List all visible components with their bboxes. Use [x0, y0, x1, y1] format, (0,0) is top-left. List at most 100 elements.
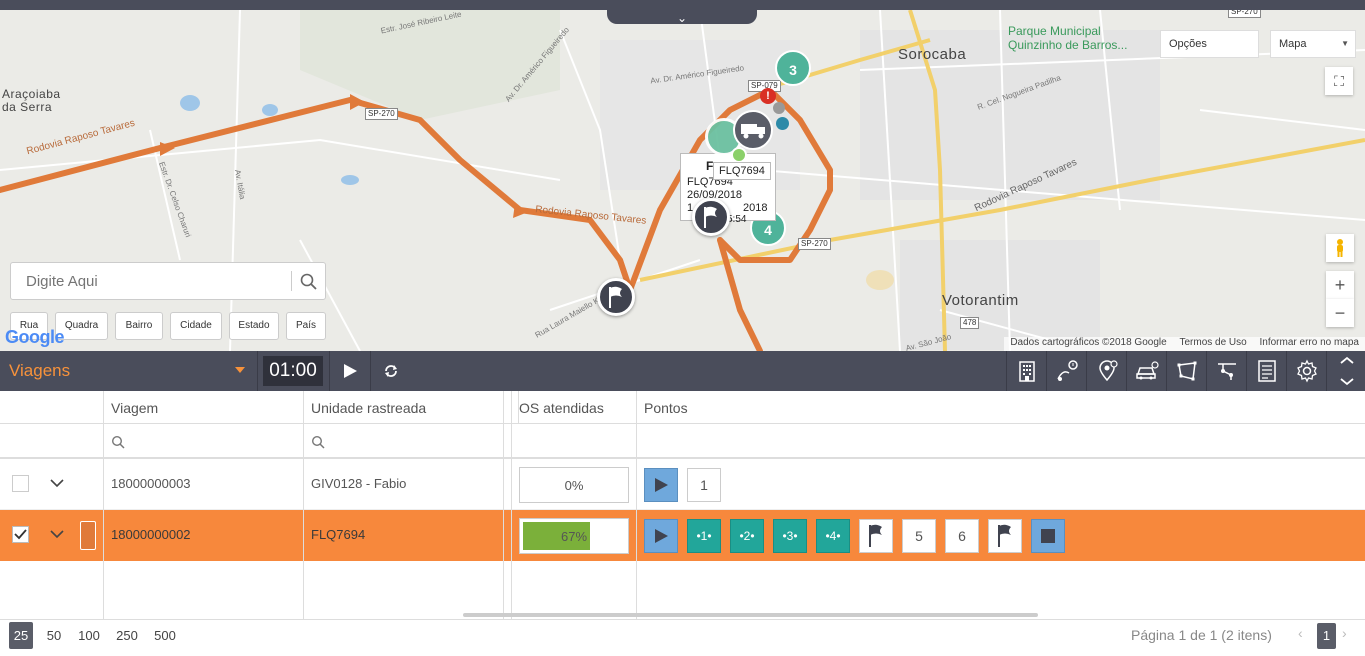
- chevron-up-icon: [1340, 356, 1354, 364]
- route-color-swatch[interactable]: [80, 521, 96, 550]
- cluster-marker-3[interactable]: 3: [775, 50, 811, 86]
- filter-os: [512, 424, 637, 459]
- panel-expand-toggle[interactable]: [1326, 351, 1365, 391]
- filter-viagem[interactable]: [104, 424, 304, 459]
- point-button-visited[interactable]: •3•: [773, 519, 807, 553]
- map-area[interactable]: ⌄ Araçoiaba da Serra Sorocaba Votorantim…: [0, 10, 1365, 351]
- search-input[interactable]: [11, 263, 291, 299]
- view-select[interactable]: Viagens: [0, 351, 258, 391]
- point-button-visited[interactable]: •4•: [816, 519, 850, 553]
- level-button-estado[interactable]: Estado: [229, 312, 279, 340]
- refresh-button[interactable]: [370, 351, 410, 391]
- alert-icon[interactable]: !: [760, 88, 776, 104]
- point-button-visited[interactable]: •2•: [730, 519, 764, 553]
- trips-grid: Viagem Unidade rastreada OS atendidas Po…: [0, 391, 1365, 619]
- map-label-aracoiaba: Araçoiaba da Serra: [2, 87, 61, 114]
- point-start-button[interactable]: [644, 519, 678, 553]
- header-os[interactable]: OS atendidas: [512, 391, 637, 424]
- chevron-down-icon: ⌄: [676, 11, 688, 25]
- chevron-down-icon[interactable]: [50, 478, 64, 488]
- route-tool[interactable]: [1206, 351, 1246, 391]
- route-alert-tool[interactable]: [1046, 351, 1086, 391]
- page-size-500[interactable]: 500: [150, 622, 180, 649]
- point-start-button[interactable]: [644, 468, 678, 502]
- point-number: 4: [829, 529, 837, 543]
- play-icon: [655, 478, 668, 492]
- column-divider: [503, 391, 504, 619]
- flag-icon: [609, 286, 622, 308]
- level-button-pais[interactable]: País: [286, 312, 326, 340]
- table-row-selected[interactable]: 18000000002 FLQ7694 67% •1• •2• •3• •4• …: [0, 510, 1365, 561]
- page-number-current[interactable]: 1: [1317, 623, 1336, 649]
- poi-alert-tool[interactable]: [1086, 351, 1126, 391]
- row-checkbox[interactable]: [12, 475, 29, 492]
- filter-pontos: [637, 424, 1365, 459]
- navigation-icon[interactable]: [776, 117, 789, 130]
- table-row[interactable]: 18000000003 GIV0128 - Fabio 0% 1: [0, 459, 1365, 510]
- vehicle-plate-tooltip: FLQ7694: [713, 162, 771, 180]
- header-viagem[interactable]: Viagem: [104, 391, 304, 424]
- point-end-button[interactable]: [1031, 519, 1065, 553]
- header-pontos[interactable]: Pontos: [637, 391, 1365, 424]
- map-collapse-tab[interactable]: ⌄: [607, 10, 757, 25]
- filter-unidade[interactable]: [304, 424, 504, 459]
- street-view-button[interactable]: [1326, 234, 1354, 262]
- chevron-right-icon[interactable]: ›: [1342, 625, 1347, 641]
- row-checkbox[interactable]: [12, 526, 29, 543]
- horizontal-scrollbar[interactable]: [463, 613, 1038, 617]
- point-marker-small[interactable]: [731, 147, 747, 163]
- play-button[interactable]: [329, 351, 369, 391]
- chevron-left-icon[interactable]: ‹: [1298, 625, 1303, 641]
- column-divider: [303, 391, 304, 619]
- page-size-50[interactable]: 50: [42, 622, 66, 649]
- chevron-down-icon[interactable]: [50, 529, 64, 539]
- level-button-cidade[interactable]: Cidade: [170, 312, 222, 340]
- wrench-icon[interactable]: [773, 102, 785, 114]
- map-options-select[interactable]: Opções: [1160, 30, 1259, 58]
- zoom-in-button[interactable]: +: [1326, 271, 1354, 299]
- polygon-tool[interactable]: [1166, 351, 1206, 391]
- point-button[interactable]: 6: [945, 519, 979, 553]
- building-icon: [1019, 361, 1035, 382]
- terms-link[interactable]: Termos de Uso: [1179, 337, 1246, 348]
- filter-blank: [0, 424, 104, 459]
- caret-down-icon: ▼: [1341, 39, 1349, 48]
- point-number: 1: [700, 529, 708, 543]
- os-progress-label: 67%: [560, 529, 588, 544]
- report-tool[interactable]: [1246, 351, 1286, 391]
- truck-icon[interactable]: [733, 110, 773, 150]
- building-tool[interactable]: [1006, 351, 1046, 391]
- fullscreen-icon: ⛶: [1334, 73, 1344, 89]
- page-size-250[interactable]: 250: [112, 622, 142, 649]
- settings-tool[interactable]: [1286, 351, 1326, 391]
- point-button[interactable]: 5: [902, 519, 936, 553]
- report-error-link[interactable]: Informar erro no mapa: [1260, 337, 1360, 348]
- vehicle-tool[interactable]: [1126, 351, 1166, 391]
- cell-viagem: 18000000002: [111, 527, 191, 542]
- stop-icon: [1041, 529, 1055, 543]
- road-tag-sp270-b: SP-270: [798, 238, 831, 250]
- toolbar: Viagens 01:00: [0, 351, 1365, 391]
- header-unidade[interactable]: Unidade rastreada: [304, 391, 504, 424]
- cell-viagem: 18000000003: [111, 476, 191, 491]
- map-type-select[interactable]: Mapa ▼: [1270, 30, 1356, 58]
- point-flag-button[interactable]: [859, 519, 893, 553]
- refresh-timer: 01:00: [263, 356, 323, 386]
- header-select: [0, 391, 104, 424]
- search-icon[interactable]: [299, 272, 319, 292]
- point-flag-button[interactable]: [988, 519, 1022, 553]
- flag-marker-start[interactable]: [597, 278, 635, 316]
- flag-marker-end[interactable]: [692, 198, 730, 236]
- checkmark-icon: [14, 529, 27, 540]
- column-divider: [511, 391, 512, 619]
- search-icon: [311, 435, 325, 449]
- poi-alert-icon: [1099, 360, 1118, 382]
- page-size-25[interactable]: 25: [9, 622, 33, 649]
- level-button-bairro[interactable]: Bairro: [115, 312, 163, 340]
- page-size-100[interactable]: 100: [74, 622, 104, 649]
- zoom-out-button[interactable]: −: [1326, 299, 1354, 327]
- fullscreen-button[interactable]: ⛶: [1325, 67, 1353, 95]
- road-tag-sp270-a: SP-270: [365, 108, 398, 120]
- point-button-visited[interactable]: •1•: [687, 519, 721, 553]
- point-button[interactable]: 1: [687, 468, 721, 502]
